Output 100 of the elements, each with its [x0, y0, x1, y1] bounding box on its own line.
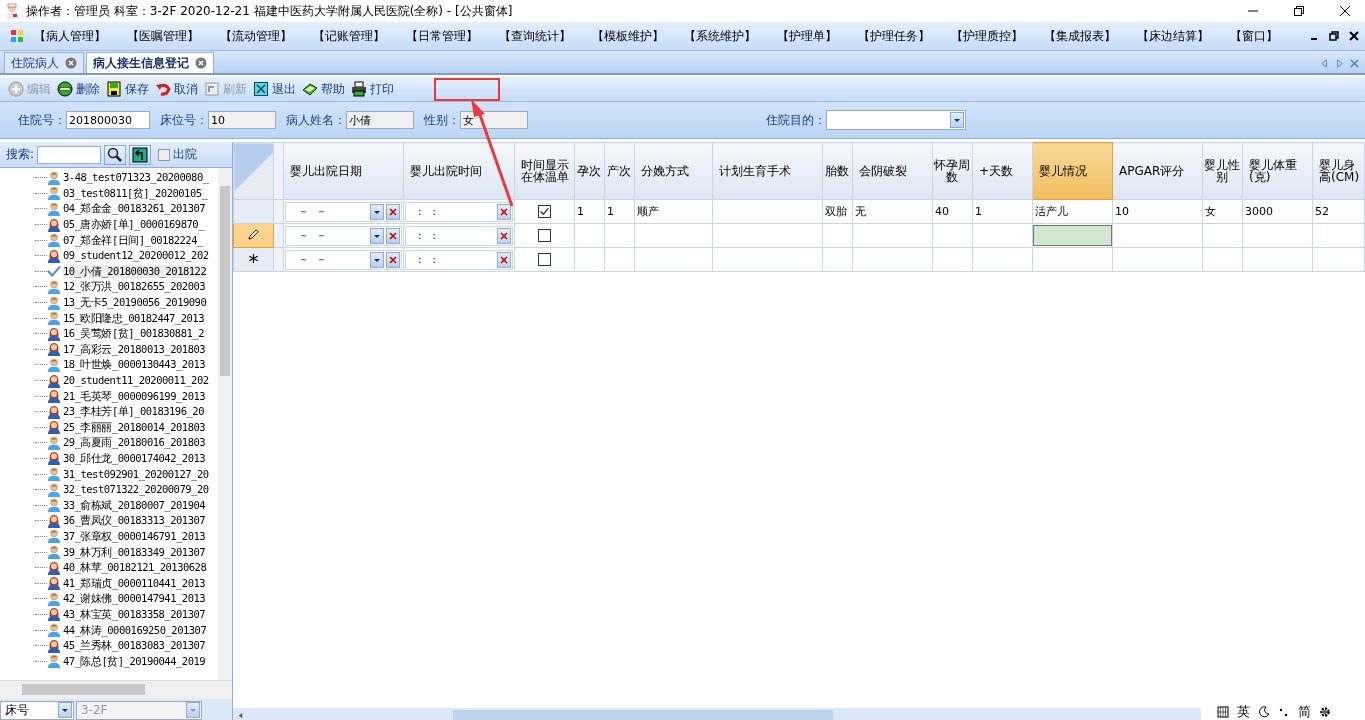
tree-item[interactable]: 42_谢妹佛_0000147941_2013 — [63, 592, 206, 606]
toolbar-button[interactable]: 帮助 — [300, 78, 349, 100]
tree-item[interactable]: 39_林万利_00183349_201307 — [63, 545, 206, 559]
discharged-checkbox[interactable] — [158, 148, 171, 161]
column-header[interactable]: 婴儿出院时间 — [403, 142, 515, 200]
menu-item[interactable]: 【医嘱管理】 — [126, 28, 220, 44]
tree-item[interactable]: 07_郑金祥[日间]_00182224_ — [63, 233, 203, 247]
app-menu-icon[interactable] — [10, 29, 24, 43]
close-icon[interactable] — [1348, 31, 1359, 41]
menu-item[interactable]: 【床边结算】 — [1137, 28, 1230, 44]
menu-item[interactable]: 【窗口】 — [1230, 28, 1299, 44]
date-field[interactable]: － － — [285, 201, 402, 222]
scroll-left-icon[interactable] — [1320, 59, 1329, 68]
checkbox[interactable] — [538, 229, 551, 243]
tree-item[interactable]: 20_student11_20200011_202 — [63, 374, 209, 387]
menu-item[interactable]: 【记账管理】 — [312, 28, 406, 44]
menu-item[interactable]: 【系统维护】 — [684, 28, 778, 44]
column-header[interactable]: 胎数 — [822, 142, 853, 200]
toolbar-button[interactable]: 取消 — [153, 78, 202, 100]
column-header[interactable]: APGAR评分 — [1112, 142, 1203, 200]
column-header[interactable]: 怀孕周数 — [932, 142, 973, 200]
caret-icon[interactable] — [61, 706, 69, 714]
tree-item[interactable]: 09_student12_20200012_202 — [63, 249, 209, 263]
tree-item[interactable]: 31_test092901_20200127_20 — [63, 467, 209, 481]
tree-item[interactable]: 37_张章权_0000146791_2013 — [63, 529, 206, 543]
caret-icon[interactable] — [953, 116, 961, 124]
clear-icon[interactable] — [500, 255, 508, 264]
toolbar-button[interactable]: 打印 — [349, 78, 398, 100]
tree-item[interactable]: 13_无卡5_20190056_2019090 — [63, 296, 207, 310]
scrollbar[interactable] — [233, 708, 1201, 720]
grid-icon[interactable] — [1217, 705, 1229, 718]
menu-item[interactable]: 【模板维护】 — [591, 28, 685, 44]
menu-item[interactable]: 【日常管理】 — [405, 28, 499, 44]
tree-item[interactable]: 45_兰秀林_00183083_201307 — [63, 639, 206, 653]
menu-item[interactable]: 【护理任务】 — [858, 28, 952, 44]
tree-item[interactable]: 41_郑瑞贞_0000110441_2013 — [63, 576, 206, 590]
search-button[interactable] — [104, 144, 127, 165]
menu-item[interactable]: 【护理质控】 — [951, 28, 1045, 44]
clear-icon[interactable] — [389, 255, 397, 264]
menu-item[interactable]: 【流动管理】 — [219, 28, 313, 44]
toolbar-button[interactable]: 保存 — [104, 78, 153, 100]
tree-item[interactable]: 05_唐亦娇[单]_0000169870_ — [63, 218, 204, 232]
clear-icon[interactable] — [389, 231, 397, 240]
tree-item[interactable]: 15_欧阳隆忠_00182447_2013 — [63, 311, 204, 325]
tree-item[interactable]: 12_张万洪_00182655_202003 — [63, 280, 206, 294]
menu-item[interactable]: 【护理单】 — [777, 28, 859, 44]
tab[interactable]: 住院病人 — [4, 52, 84, 73]
column-header[interactable]: 婴儿性别 — [1202, 142, 1243, 200]
time-field[interactable]: : : — [405, 225, 513, 246]
row-header[interactable] — [233, 247, 274, 272]
scrollbar[interactable] — [218, 168, 232, 680]
toolbar-button[interactable]: 退出 — [251, 78, 300, 100]
time-field[interactable]: : : — [405, 201, 513, 222]
scroll-left-icon[interactable] — [237, 711, 244, 719]
tree-item[interactable]: 16_吴莺娇[贫]_001830881_2 — [63, 327, 204, 341]
tree-item[interactable]: 23_李桂芳[单]_00183196_20 — [63, 405, 204, 419]
settings-icon[interactable] — [1319, 705, 1331, 718]
checkbox[interactable] — [538, 253, 551, 267]
tree-item[interactable]: 03_test0811[贫]_20200105_ — [63, 186, 208, 200]
tree-item[interactable]: 10_小倩_201800030_2018122 — [63, 264, 207, 278]
clear-icon[interactable] — [500, 231, 508, 240]
restore-icon[interactable] — [1328, 31, 1339, 41]
text-field[interactable]: 小倩 — [346, 111, 414, 129]
tree-item[interactable]: 25_李丽丽_20180014_201803 — [63, 420, 206, 434]
date-field[interactable]: － － — [285, 225, 402, 246]
clear-icon[interactable] — [500, 207, 508, 216]
scroll-right-icon[interactable] — [1335, 59, 1344, 68]
column-header[interactable]: 婴儿出院日期 — [283, 142, 404, 200]
column-header[interactable]: 计划生育手术 — [712, 142, 823, 200]
sort-dropdown[interactable]: 床号 — [0, 700, 74, 720]
tree-item[interactable]: 44_林涛_0000169250_201307 — [63, 623, 207, 637]
restore-icon[interactable] — [1293, 5, 1305, 17]
moon-icon[interactable] — [1258, 705, 1270, 718]
text-field[interactable]: 10 — [208, 111, 276, 129]
scrollbar[interactable] — [0, 680, 232, 699]
menu-item[interactable]: 【集成报表】 — [1044, 28, 1138, 44]
time-field[interactable]: : : — [405, 249, 513, 270]
tree-item[interactable]: 3-48_test071323_20200080_ — [63, 171, 209, 185]
text-field[interactable]: 女 — [460, 111, 528, 129]
tree-item[interactable]: 29_高夏雨_20180016_201803 — [63, 436, 206, 450]
column-header[interactable]: 产次 — [604, 142, 635, 200]
tree-item[interactable]: 17_高彩云_20180013_201803 — [63, 342, 206, 356]
tree-item[interactable]: 47_陈总[贫]_20190044_2019 — [63, 654, 206, 668]
menu-item[interactable]: 【病人管理】 — [34, 28, 127, 44]
tree-item[interactable]: 32_test071322_20200079_20 — [63, 483, 209, 497]
tree-item[interactable]: 21_毛英琴_0000096199_2013 — [63, 389, 206, 403]
toolbar-button[interactable]: 删除 — [55, 78, 104, 100]
tree-item[interactable]: 36_曹凤仪_00183313_201307 — [63, 514, 206, 528]
column-header[interactable]: 婴儿情况 — [1032, 142, 1113, 200]
column-header[interactable]: +天数 — [972, 142, 1033, 200]
ime-mode[interactable]: 简 — [1298, 702, 1311, 720]
column-header[interactable]: 孕次 — [574, 142, 605, 200]
text-field[interactable]: 201800030 — [66, 111, 150, 129]
menu-item[interactable]: 【查询统计】 — [498, 28, 592, 44]
column-header[interactable]: 婴儿体重(克) — [1242, 142, 1313, 200]
close-icon[interactable] — [1339, 5, 1351, 17]
cell-editor[interactable] — [1033, 225, 1112, 246]
column-header[interactable]: 分娩方式 — [634, 142, 713, 200]
return-button[interactable] — [129, 144, 152, 165]
clear-icon[interactable] — [389, 207, 397, 216]
